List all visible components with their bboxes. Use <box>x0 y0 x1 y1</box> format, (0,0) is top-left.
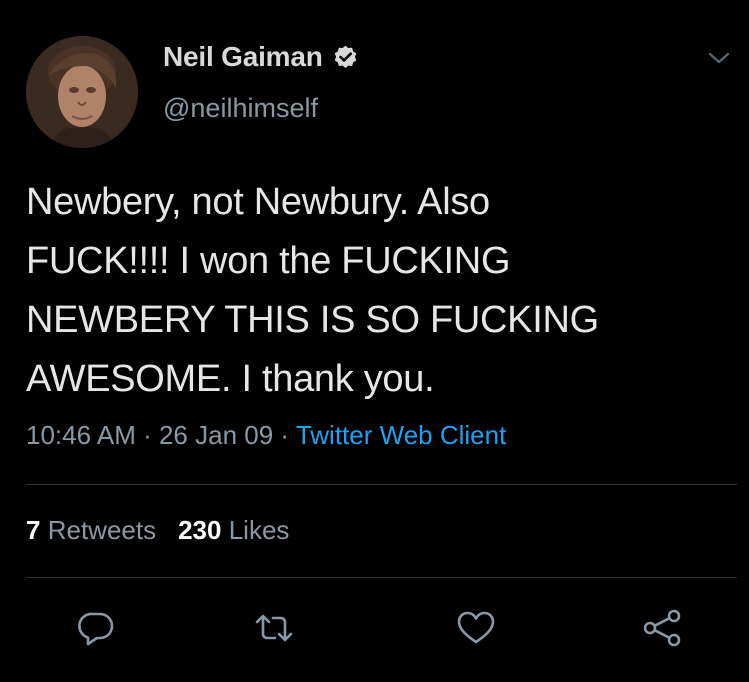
divider <box>26 577 737 578</box>
reply-button[interactable] <box>74 606 118 650</box>
user-name-row[interactable]: Neil Gaiman <box>163 40 359 74</box>
tweet-text-line: AWESOME. I thank you. <box>26 358 435 400</box>
retweets-count: 7 <box>26 515 41 545</box>
tweet-stats: 7 Retweets 230 Likes <box>26 515 289 546</box>
likes-label: Likes <box>228 515 290 545</box>
share-icon <box>643 609 681 647</box>
meta-separator: · <box>135 420 159 450</box>
likes-stat[interactable]: 230 Likes <box>178 515 289 545</box>
tweet-card: Neil Gaiman @neilhimself Newbery, not Ne… <box>0 0 749 682</box>
tweet-source-link[interactable]: Twitter Web Client <box>296 420 506 450</box>
portrait-image <box>26 36 138 148</box>
divider <box>26 484 737 485</box>
tweet-meta: 10:46 AM · 26 Jan 09 · Twitter Web Clien… <box>26 420 506 451</box>
tweet-text: Newbery, not Newbury. Also FUCK!!!! I wo… <box>26 173 726 409</box>
retweets-label: Retweets <box>47 515 157 545</box>
user-handle[interactable]: @neilhimself <box>163 93 318 124</box>
avatar[interactable] <box>26 36 138 148</box>
tweet-time[interactable]: 10:46 AM <box>26 420 136 450</box>
tweet-text-line: NEWBERY THIS IS SO FUCKING <box>26 299 599 341</box>
display-name[interactable]: Neil Gaiman <box>163 41 323 73</box>
heart-icon <box>457 611 495 644</box>
verified-badge-icon <box>332 44 359 71</box>
tweet-text-line: FUCK!!!! I won the FUCKING <box>26 240 511 282</box>
chevron-down-icon[interactable] <box>707 49 731 67</box>
reply-icon <box>78 612 114 646</box>
tweet-date[interactable]: 26 Jan 09 <box>159 420 273 450</box>
share-button[interactable] <box>640 606 684 650</box>
likes-count: 230 <box>178 515 222 545</box>
meta-separator: · <box>273 420 296 450</box>
like-button[interactable] <box>454 606 498 650</box>
retweet-icon <box>255 614 293 642</box>
tweet-text-line: Newbery, not Newbury. Also <box>26 181 490 223</box>
retweets-stat[interactable]: 7 Retweets <box>26 515 156 545</box>
retweet-button[interactable] <box>252 606 296 650</box>
